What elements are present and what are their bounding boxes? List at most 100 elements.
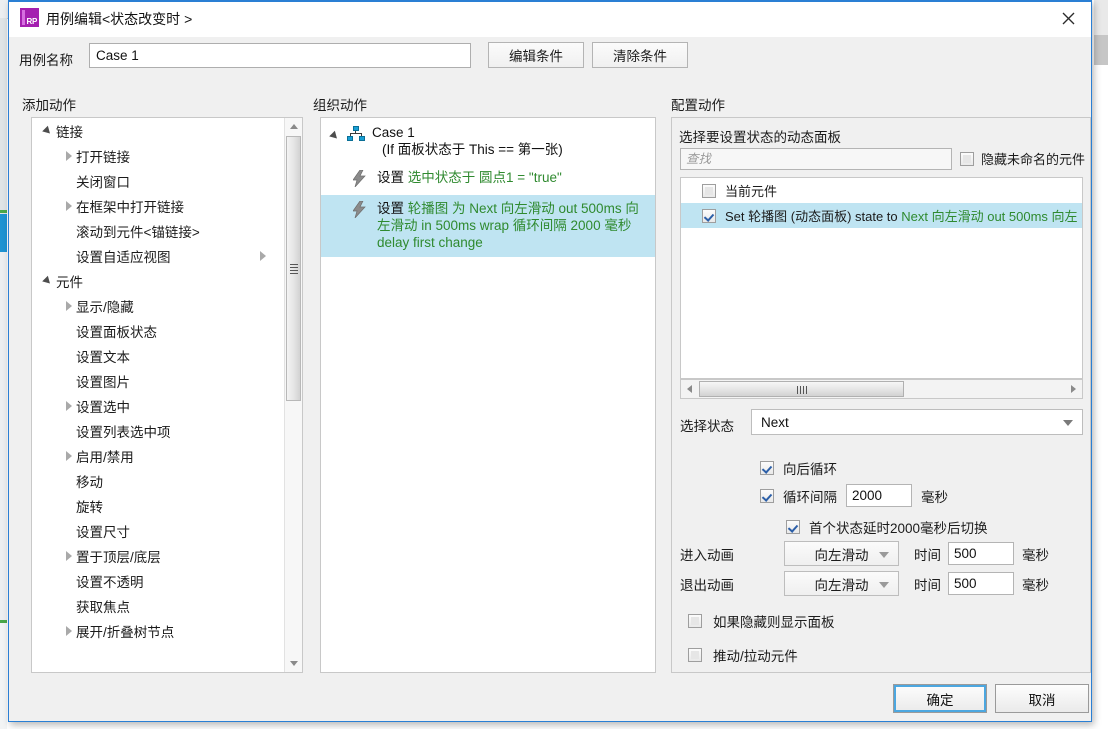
tree-item-6[interactable]: 元件	[32, 268, 284, 293]
tree-item-4[interactable]: 滚动到元件<锚链接>	[32, 218, 284, 243]
organize-action-row[interactable]: 设置 选中状态于 圆点1 = "true"	[321, 164, 655, 193]
tree-item-1[interactable]: 打开链接	[32, 143, 284, 168]
search-input[interactable]	[680, 148, 952, 170]
select-state-dropdown[interactable]: Next	[751, 409, 1083, 435]
tree-item-label: 移动	[76, 471, 103, 491]
caret-right-icon[interactable]	[62, 143, 76, 168]
tree-item-label: 启用/禁用	[76, 446, 134, 466]
background-panel-sliver	[0, 18, 7, 210]
show-panel-if-hidden-checkbox[interactable]	[688, 614, 702, 628]
case-tree-root[interactable]: Case 1 (If 面板状态于 This == 第一张)	[321, 124, 655, 158]
exit-time-input[interactable]	[948, 572, 1014, 595]
tree-item-9[interactable]: 设置文本	[32, 343, 284, 368]
hide-unnamed-option[interactable]: 隐藏未命名的元件	[960, 149, 1085, 168]
caret-spacer	[62, 168, 76, 193]
widget-list-hscrollbar[interactable]	[680, 379, 1083, 399]
enter-time-label: 时间	[914, 544, 941, 564]
widget-checkbox[interactable]	[702, 209, 716, 223]
chevron-down-icon	[879, 552, 889, 558]
exit-animation-dropdown[interactable]: 向左滑动	[784, 571, 899, 596]
tree-item-label: 获取焦点	[76, 596, 130, 616]
caret-right-icon[interactable]	[62, 618, 76, 643]
tree-item-18[interactable]: 设置不透明	[32, 568, 284, 593]
scroll-up-arrow-icon[interactable]	[285, 118, 302, 135]
tree-item-19[interactable]: 获取焦点	[32, 593, 284, 618]
ok-button[interactable]: 确定	[893, 684, 987, 713]
first-state-delay-checkbox[interactable]	[786, 520, 800, 534]
submenu-arrow-icon[interactable]	[260, 251, 270, 261]
caret-right-icon[interactable]	[62, 443, 76, 468]
case-name-input[interactable]	[89, 43, 471, 68]
caret-spacer	[62, 593, 76, 618]
cancel-button[interactable]: 取消	[995, 684, 1089, 713]
sitemap-icon	[347, 125, 365, 143]
caret-spacer	[62, 418, 76, 443]
enter-animation-dropdown[interactable]: 向左滑动	[784, 541, 899, 566]
expand-caret-icon[interactable]	[329, 124, 347, 158]
caret-down-icon[interactable]	[42, 118, 56, 143]
loop-interval-input[interactable]	[846, 484, 912, 507]
tree-item-0[interactable]: 链接	[32, 118, 284, 143]
tree-item-label: 设置选中	[76, 396, 130, 416]
tree-item-16[interactable]: 设置尺寸	[32, 518, 284, 543]
push-pull-widgets-label: 推动/拉动元件	[713, 645, 798, 665]
loop-interval-checkbox[interactable]	[760, 489, 774, 503]
caret-right-icon[interactable]	[62, 193, 76, 218]
push-pull-widgets-checkbox[interactable]	[688, 648, 702, 662]
background-panel-sliver-3	[0, 252, 7, 620]
caret-right-icon[interactable]	[62, 293, 76, 318]
background-right-scrollbar-track	[1094, 35, 1108, 65]
edit-condition-button[interactable]: 编辑条件	[488, 42, 584, 68]
tree-item-3[interactable]: 在框架中打开链接	[32, 193, 284, 218]
loop-interval-option[interactable]: 循环间隔 毫秒	[760, 484, 948, 507]
organize-action-row[interactable]: 设置 轮播图 为 Next 向左滑动 out 500ms 向左滑动 in 500…	[321, 195, 655, 257]
widget-list-row[interactable]: Set 轮播图 (动态面板) state to Next 向左滑动 out 50…	[681, 203, 1082, 228]
case-editor-dialog: RP 用例编辑<状态改变时 > 用例名称 编辑条件 清除条件 添加动作 组织动作…	[8, 0, 1092, 722]
scroll-right-arrow-icon[interactable]	[1065, 380, 1082, 398]
show-panel-if-hidden-label: 如果隐藏则显示面板	[713, 611, 835, 631]
tree-item-11[interactable]: 设置选中	[32, 393, 284, 418]
tree-item-8[interactable]: 设置面板状态	[32, 318, 284, 343]
case-condition: (If 面板状态于 This == 第一张)	[372, 141, 563, 158]
caret-right-icon[interactable]	[62, 393, 76, 418]
tree-item-15[interactable]: 旋转	[32, 493, 284, 518]
tree-item-label: 元件	[56, 271, 83, 291]
caret-right-icon[interactable]	[62, 543, 76, 568]
add-action-heading: 添加动作	[22, 94, 76, 114]
hscrollbar-thumb[interactable]	[699, 381, 904, 397]
caret-spacer	[62, 493, 76, 518]
widget-checkbox[interactable]	[702, 184, 716, 198]
tree-item-12[interactable]: 设置列表选中项	[32, 418, 284, 443]
tree-item-2[interactable]: 关闭窗口	[32, 168, 284, 193]
scroll-down-arrow-icon[interactable]	[285, 655, 302, 672]
add-action-tree[interactable]: 链接打开链接关闭窗口在框架中打开链接滚动到元件<锚链接> 设置自适应视图元件显示/…	[32, 118, 284, 643]
enter-time-unit: 毫秒	[1022, 544, 1049, 564]
enter-time-input[interactable]	[948, 542, 1014, 565]
tree-item-17[interactable]: 置于顶层/底层	[32, 543, 284, 568]
tree-item-14[interactable]: 移动	[32, 468, 284, 493]
tree-item-label: 设置文本	[76, 346, 130, 366]
widget-list[interactable]: 当前元件Set 轮播图 (动态面板) state to Next 向左滑动 ou…	[680, 177, 1083, 379]
scrollbar-thumb[interactable]	[286, 136, 301, 401]
push-pull-widgets-option[interactable]: 推动/拉动元件	[688, 645, 798, 665]
scroll-left-arrow-icon[interactable]	[681, 380, 698, 398]
show-panel-if-hidden-option[interactable]: 如果隐藏则显示面板	[688, 611, 835, 631]
tree-item-7[interactable]: 显示/隐藏	[32, 293, 284, 318]
tree-item-13[interactable]: 启用/禁用	[32, 443, 284, 468]
tree-item-10[interactable]: 设置图片	[32, 368, 284, 393]
caret-spacer	[62, 368, 76, 393]
caret-down-icon[interactable]	[42, 268, 56, 293]
close-icon[interactable]	[1045, 0, 1091, 36]
tree-item-20[interactable]: 展开/折叠树节点	[32, 618, 284, 643]
first-state-delay-option[interactable]: 首个状态延时2000毫秒后切换	[786, 517, 988, 537]
clear-condition-button[interactable]: 清除条件	[592, 42, 688, 68]
tree-item-label: 设置自适应视图	[76, 246, 171, 266]
tree-item-5[interactable]: 设置自适应视图	[32, 243, 284, 268]
backward-loop-checkbox[interactable]	[760, 461, 774, 475]
widget-list-row[interactable]: 当前元件	[681, 178, 1082, 203]
loop-interval-label: 循环间隔	[783, 486, 837, 506]
hide-unnamed-checkbox[interactable]	[960, 152, 974, 166]
add-action-scrollbar[interactable]	[284, 118, 302, 672]
exit-animation-row: 退出动画 向左滑动 时间 毫秒	[680, 571, 1049, 596]
backward-loop-option[interactable]: 向后循环	[760, 458, 837, 478]
